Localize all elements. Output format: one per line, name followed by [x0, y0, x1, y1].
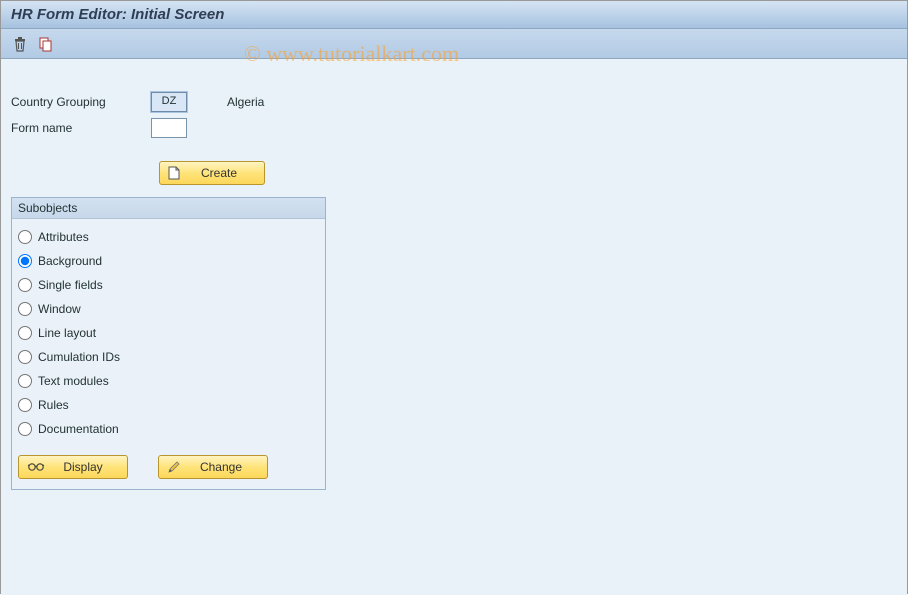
subobject-radio[interactable] [18, 374, 32, 388]
copy-icon[interactable] [37, 35, 55, 53]
subobject-option[interactable]: Rules [18, 393, 319, 417]
subobject-radio[interactable] [18, 230, 32, 244]
subobjects-group: Subobjects Attributes Background Single fi… [11, 197, 326, 490]
display-button[interactable]: Display [18, 455, 128, 479]
subobject-label: Rules [38, 398, 69, 412]
subobject-label: Attributes [38, 230, 89, 244]
subobject-radio[interactable] [18, 326, 32, 340]
subobject-radio[interactable] [18, 302, 32, 316]
create-button-label: Create [194, 166, 256, 180]
form-name-label: Form name [11, 121, 151, 135]
subobjects-title: Subobjects [12, 198, 325, 219]
toolbar [1, 29, 907, 59]
subobject-label: Cumulation IDs [38, 350, 120, 364]
subobject-label: Text modules [38, 374, 109, 388]
pencil-icon [167, 460, 181, 474]
subobject-label: Single fields [38, 278, 103, 292]
title-bar: HR Form Editor: Initial Screen [1, 1, 907, 29]
display-button-label: Display [59, 460, 119, 474]
glasses-icon [27, 462, 45, 472]
create-row: Create [159, 161, 897, 185]
subobject-option[interactable]: Window [18, 297, 319, 321]
page-title: HR Form Editor: Initial Screen [11, 6, 224, 23]
change-button-label: Change [195, 460, 259, 474]
form-name-row: Form name [11, 115, 897, 141]
subobject-option[interactable]: Text modules [18, 369, 319, 393]
delete-icon[interactable] [11, 35, 29, 53]
subobject-option[interactable]: Cumulation IDs [18, 345, 319, 369]
subobject-option[interactable]: Documentation [18, 417, 319, 441]
subobject-radio[interactable] [18, 350, 32, 364]
subobject-radio[interactable] [18, 278, 32, 292]
subobject-radio[interactable] [18, 254, 32, 268]
country-grouping-desc: Algeria [227, 95, 264, 109]
subobject-label: Window [38, 302, 81, 316]
subobject-option[interactable]: Line layout [18, 321, 319, 345]
new-document-icon [168, 166, 180, 180]
subobjects-actions: Display Change [12, 445, 325, 479]
subobject-label: Background [38, 254, 102, 268]
subobject-radio[interactable] [18, 422, 32, 436]
create-button[interactable]: Create [159, 161, 265, 185]
subobject-label: Documentation [38, 422, 119, 436]
subobject-option[interactable]: Single fields [18, 273, 319, 297]
subobject-label: Line layout [38, 326, 96, 340]
form-name-input[interactable] [151, 118, 187, 138]
subobjects-radio-list: Attributes Background Single fields Window L… [12, 219, 325, 445]
subobject-radio[interactable] [18, 398, 32, 412]
country-grouping-label: Country Grouping [11, 95, 151, 109]
country-grouping-row: Country Grouping DZ Algeria [11, 89, 897, 115]
change-button[interactable]: Change [158, 455, 268, 479]
subobject-option[interactable]: Background [18, 249, 319, 273]
subobject-option[interactable]: Attributes [18, 225, 319, 249]
country-grouping-input[interactable]: DZ [151, 92, 187, 112]
content-area: Country Grouping DZ Algeria Form name Cr… [1, 59, 907, 595]
